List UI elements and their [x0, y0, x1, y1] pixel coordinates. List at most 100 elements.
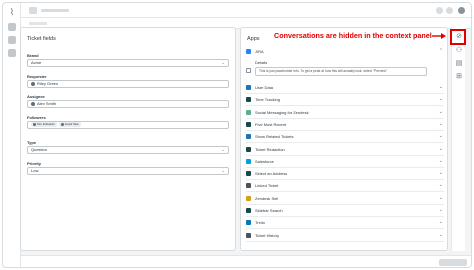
app-name: Salesforce	[255, 158, 274, 164]
app-icon	[246, 183, 251, 189]
app-icon	[246, 208, 251, 213]
avatar	[60, 123, 64, 127]
submit-button[interactable]	[439, 259, 467, 266]
chevron-down-icon: ⌄	[221, 168, 225, 173]
reporting-icon[interactable]	[8, 49, 16, 57]
app-name: Ticket History	[255, 232, 280, 238]
annotation-text: Conversations are hidden in the context …	[274, 31, 432, 40]
type-label: Type	[27, 140, 37, 145]
customer-context-icon[interactable]: ⚇	[455, 47, 463, 55]
notifications-icon[interactable]	[446, 7, 453, 14]
jira-details-label: Details	[255, 60, 268, 65]
apps-title: Apps	[247, 36, 260, 42]
type-select[interactable]: Question ⌄	[27, 146, 229, 154]
app-row[interactable]: User Data ⌄	[246, 83, 444, 94]
apps-icon[interactable]: ⊞	[455, 73, 463, 81]
app-row[interactable]: Time Tracking ⌄	[246, 95, 444, 107]
followers-field[interactable]: Kim Edwards Jared Tate	[27, 121, 229, 129]
jira-info-text: This is just placeholder info. To get a …	[255, 67, 427, 76]
app-row[interactable]: Show Related Tickets ⌄	[246, 132, 444, 144]
chevron-up-icon: ⌃	[438, 48, 443, 54]
chevron-down-icon: ⌄	[438, 231, 443, 238]
bottom-bar	[21, 255, 471, 267]
search-icon[interactable]	[436, 7, 443, 14]
brand-select[interactable]: Acme ⌄	[27, 59, 229, 67]
app-row[interactable]: Ticket History ⌄	[246, 231, 444, 242]
app-icon	[246, 232, 251, 238]
app-row[interactable]: Linked Ticket ⌄	[246, 181, 444, 193]
follower-name: Kim Edwards	[37, 122, 55, 127]
chevron-down-icon: ⌄	[438, 194, 443, 201]
chevron-down-icon: ⌄	[221, 60, 225, 65]
app-name: Social Messaging for Zendesk	[255, 109, 309, 115]
app-row[interactable]: Salesforce ⌄	[246, 157, 444, 168]
ticket-fields-title: Ticket fields	[27, 36, 56, 42]
chevron-down-icon: ⌄	[438, 133, 443, 140]
chevron-down-icon: ⌄	[438, 182, 443, 189]
chevron-down-icon: ⌄	[438, 84, 443, 90]
apps-panel: Apps JIRA ⌃ Details This is just placeho…	[240, 27, 448, 251]
brand-label: Brand	[27, 53, 39, 58]
avatar	[31, 81, 35, 86]
app-name: Zendesk Sell	[255, 195, 279, 201]
avatar	[33, 123, 36, 127]
knowledge-icon[interactable]: ▤	[455, 60, 463, 68]
chevron-down-icon: ⌄	[438, 96, 443, 103]
chevron-down-icon: ⌄	[438, 145, 443, 152]
assignee-field[interactable]: Alex Smith	[27, 100, 229, 108]
app-icon	[246, 146, 251, 152]
app-icon	[246, 220, 251, 226]
app-row[interactable]: Sidebar Search ⌄	[246, 206, 444, 217]
requester-label: Requester	[27, 74, 47, 79]
app-icon	[246, 121, 251, 127]
app-name: Five Most Recent	[255, 121, 287, 127]
context-panel-rail: ⊘ ⚇ ▤ ⊞	[451, 27, 465, 251]
chevron-down-icon: ⌄	[438, 157, 443, 164]
jira-icon	[246, 49, 251, 54]
follower-name: Jared Tate	[64, 122, 79, 127]
app-name: Sidebar Search	[255, 208, 283, 213]
app-name: Select an Address	[255, 171, 288, 177]
brand-value: Acme	[31, 60, 42, 65]
app-icon	[246, 85, 251, 90]
app-icon	[246, 171, 251, 177]
assignee-value: Alex Smith	[37, 101, 57, 106]
app-jira-header[interactable]: JIRA ⌃	[246, 47, 444, 58]
app-name: Time Tracking	[255, 97, 280, 103]
attachment-icon	[246, 68, 251, 73]
assignee-label: Assignee	[27, 94, 45, 99]
follower-tag[interactable]: Jared Tate	[58, 122, 81, 128]
top-bar	[21, 3, 471, 18]
ticket-tab-placeholder[interactable]	[41, 9, 69, 12]
ticket-tab-icon[interactable]	[29, 7, 37, 14]
app-icon	[246, 109, 251, 115]
user-avatar-icon[interactable]	[458, 7, 465, 14]
priority-value: Low	[31, 168, 39, 173]
followers-label: Followers	[27, 115, 46, 120]
app-name: User Data	[255, 85, 274, 90]
priority-select[interactable]: Low ⌄	[27, 167, 229, 175]
follower-tag[interactable]: Kim Edwards	[31, 122, 57, 128]
app-icon	[246, 134, 251, 140]
home-icon[interactable]	[8, 23, 16, 31]
app-icon	[246, 158, 251, 164]
app-row[interactable]: Select an Address ⌄	[246, 169, 444, 181]
app-name: Show Related Tickets	[255, 134, 294, 140]
app-name: Linked Ticket	[255, 183, 279, 189]
avatar	[31, 101, 35, 106]
app-icon	[246, 195, 251, 201]
chevron-down-icon: ⌄	[438, 108, 443, 115]
app-row[interactable]: Ticket Redaction ⌄	[246, 145, 444, 156]
app-icon	[246, 97, 251, 103]
zendesk-logo-icon[interactable]: ⌇	[7, 7, 17, 17]
chevron-down-icon: ⌄	[438, 207, 443, 213]
app-row[interactable]: Zendesk Sell ⌄	[246, 194, 444, 205]
chevron-down-icon: ⌄	[438, 120, 443, 127]
app-name: Ticket Redaction	[255, 146, 285, 152]
app-row[interactable]: Five Most Recent ⌄	[246, 120, 444, 131]
arrow-right-icon	[432, 33, 446, 39]
app-row[interactable]: Social Messaging for Zendesk ⌄	[246, 108, 444, 119]
requester-field[interactable]: Riley Green	[27, 80, 229, 88]
views-icon[interactable]	[8, 36, 16, 44]
app-row[interactable]: Trello ⌄	[246, 218, 444, 230]
